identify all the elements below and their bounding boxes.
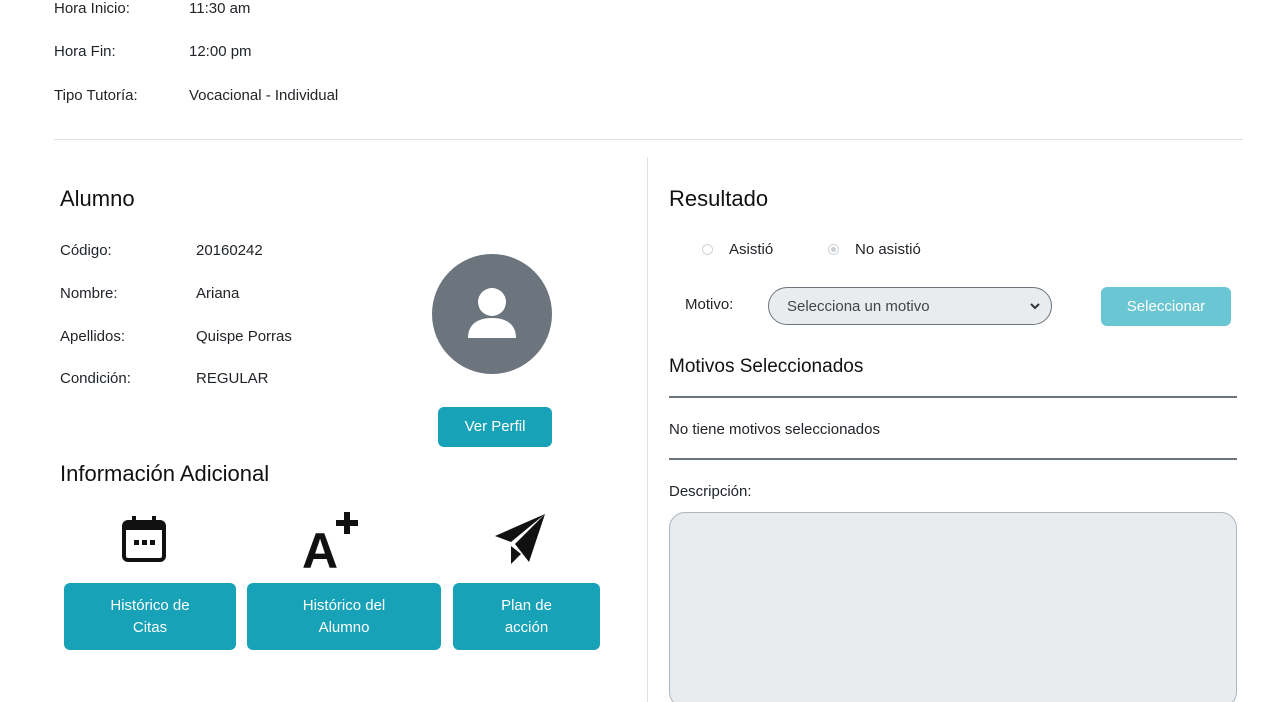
no-motivos-text: No tiene motivos seleccionados — [669, 421, 880, 438]
section-divider — [54, 139, 1243, 140]
svg-text:A: A — [302, 523, 338, 570]
ver-perfil-label: Ver Perfil — [464, 418, 526, 435]
user-icon — [468, 288, 516, 338]
motivo-select-value: Selecciona un motivo — [787, 297, 930, 315]
tutoring-session-page: Hora Inicio: 11:30 am Hora Fin: 12:00 pm… — [0, 0, 1280, 702]
historico-citas-line2: Citas — [132, 618, 168, 636]
calendar-icon — [114, 512, 174, 568]
historico-alumno-line1: Histórico del — [302, 596, 386, 614]
info-adicional-title: Información Adicional — [60, 461, 270, 486]
historico-alumno-label: Histórico del Alumno — [303, 595, 386, 639]
hora-inicio-value: 11:30 am — [189, 0, 251, 17]
motivo-select[interactable]: Selecciona un motivo — [768, 287, 1052, 325]
radio-no-asistio[interactable]: No asistió — [828, 241, 921, 258]
radio-no-asistio-control[interactable] — [828, 244, 839, 255]
alumno-title: Alumno — [60, 186, 135, 211]
apellidos-value: Quispe Porras — [196, 328, 292, 345]
codigo-value: 20160242 — [196, 242, 263, 259]
radio-asistio[interactable]: Asistió — [702, 241, 773, 258]
historico-citas-line1: Histórico de — [110, 596, 190, 614]
radio-asistio-label: Asistió — [729, 241, 774, 258]
hora-inicio-label: Hora Inicio: — [54, 0, 130, 17]
hora-fin-value: 12:00 pm — [189, 43, 252, 60]
chevron-down-icon — [1030, 303, 1040, 310]
condicion-label: Condición: — [60, 370, 131, 387]
historico-citas-button[interactable]: Histórico de Citas — [64, 583, 236, 650]
radio-no-asistio-label: No asistió — [855, 241, 921, 258]
historico-citas-label: Histórico de Citas — [110, 595, 189, 639]
descripcion-textarea[interactable] — [669, 512, 1237, 702]
tipo-tutoria-value: Vocacional - Individual — [189, 87, 339, 104]
apellidos-label: Apellidos: — [60, 328, 126, 345]
hora-fin-label: Hora Fin: — [54, 43, 116, 60]
radio-asistio-control[interactable] — [702, 244, 713, 255]
plan-accion-button[interactable]: Plan de acción — [453, 583, 600, 650]
motivo-label: Motivo: — [685, 296, 734, 313]
codigo-label: Código: — [60, 242, 112, 259]
plan-accion-label: Plan de acción — [501, 595, 552, 639]
plan-accion-line1: Plan de — [501, 596, 552, 614]
resultado-title: Resultado — [669, 186, 769, 211]
nombre-label: Nombre: — [60, 285, 118, 302]
paper-plane-icon — [490, 510, 550, 568]
tipo-tutoria-label: Tipo Tutoría: — [54, 87, 138, 104]
plan-accion-line2: acción — [504, 618, 549, 636]
nombre-value: Ariana — [196, 285, 240, 302]
historico-alumno-button[interactable]: Histórico del Alumno — [247, 583, 441, 650]
historico-alumno-line2: Alumno — [318, 618, 370, 636]
motivos-bottom-divider — [669, 458, 1237, 460]
avatar — [432, 254, 552, 374]
column-divider — [647, 157, 648, 702]
motivos-top-divider — [669, 396, 1237, 398]
font-increase-icon: A — [298, 510, 364, 570]
ver-perfil-button[interactable]: Ver Perfil — [438, 407, 552, 447]
condicion-value: REGULAR — [196, 370, 269, 387]
descripcion-label: Descripción: — [669, 483, 752, 500]
seleccionar-label: Seleccionar — [1126, 297, 1206, 315]
motivos-seleccionados-title: Motivos Seleccionados — [669, 356, 864, 377]
seleccionar-button[interactable]: Seleccionar — [1101, 287, 1231, 326]
